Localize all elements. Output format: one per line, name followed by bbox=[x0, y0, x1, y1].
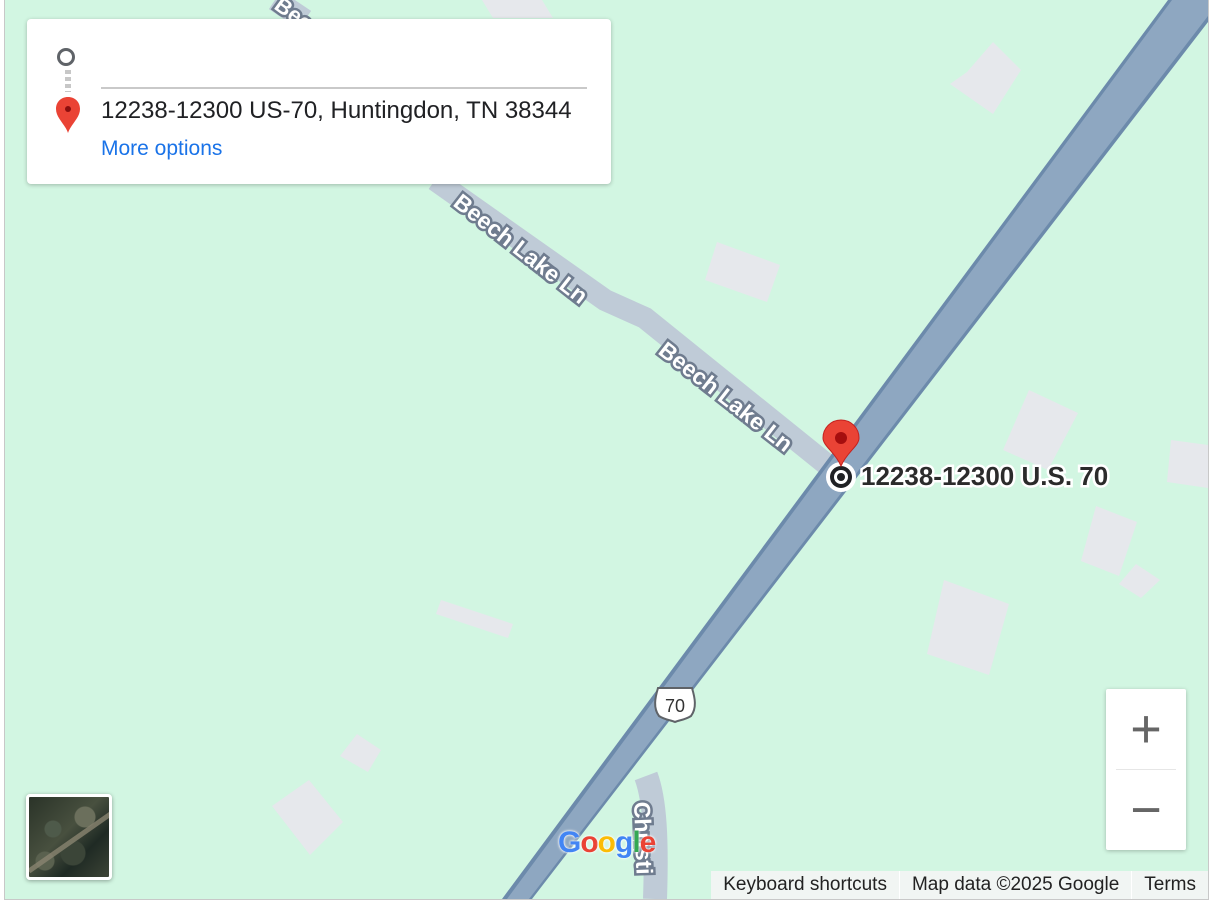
route-dots-icon bbox=[65, 70, 71, 92]
route-shield-number: 70 bbox=[665, 696, 685, 716]
satellite-layer-toggle[interactable] bbox=[26, 794, 112, 880]
us-route-shield-icon: 70 bbox=[654, 687, 696, 724]
origin-circle-icon bbox=[57, 48, 75, 66]
zoom-in-button[interactable]: + bbox=[1106, 689, 1186, 769]
zoom-out-button[interactable]: − bbox=[1106, 770, 1186, 850]
destination-pin-icon bbox=[56, 97, 80, 133]
map-footer: Keyboard shortcuts Map data ©2025 Google… bbox=[711, 871, 1208, 899]
destination-input[interactable]: 12238-12300 US-70, Huntingdon, TN 38344 bbox=[101, 97, 591, 125]
map-data-attribution: Map data ©2025 Google bbox=[898, 871, 1131, 899]
origin-input[interactable] bbox=[101, 87, 587, 89]
directions-card: 12238-12300 US-70, Huntingdon, TN 38344 … bbox=[27, 19, 611, 184]
satellite-thumbnail-image bbox=[29, 805, 109, 874]
zoom-controls: + − bbox=[1106, 689, 1186, 850]
more-options-link[interactable]: More options bbox=[101, 137, 222, 161]
road-label-beech-upper: Beech Lake Ln bbox=[449, 188, 593, 308]
keyboard-shortcuts-link[interactable]: Keyboard shortcuts bbox=[711, 871, 899, 899]
road-label-beech-lower: Beech Lake Ln bbox=[654, 336, 798, 456]
google-logo: Google bbox=[558, 826, 656, 859]
pin-label[interactable]: 12238-12300 U.S. 70 bbox=[859, 459, 1111, 494]
terms-link[interactable]: Terms bbox=[1131, 871, 1208, 899]
map-frame[interactable]: Beech Lake Ln Beech Lake Ln Beech Lake L… bbox=[4, 0, 1209, 900]
